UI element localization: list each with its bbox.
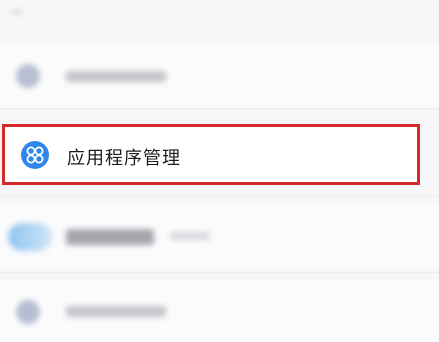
divider (0, 272, 439, 273)
settings-item-blurred-3[interactable] (0, 205, 439, 269)
settings-item-top-partial (0, 0, 439, 38)
settings-item-blurred-1[interactable] (0, 44, 439, 108)
settings-screen: 应用程序管理 (0, 0, 439, 342)
settings-item-app-management[interactable]: 应用程序管理 (2, 124, 420, 185)
blurred-text (66, 229, 154, 245)
settings-item-label: 应用程序管理 (67, 148, 181, 169)
blurred-text (66, 306, 166, 317)
app-management-icon (21, 141, 49, 169)
divider (0, 108, 439, 109)
blurred-text (66, 71, 166, 82)
blurred-text (12, 10, 22, 14)
blurred-text (170, 232, 210, 240)
blurred-icon (8, 223, 52, 251)
settings-item-blurred-4[interactable] (0, 280, 439, 342)
blurred-icon (16, 64, 40, 88)
divider (0, 195, 439, 196)
blurred-icon (16, 300, 40, 324)
